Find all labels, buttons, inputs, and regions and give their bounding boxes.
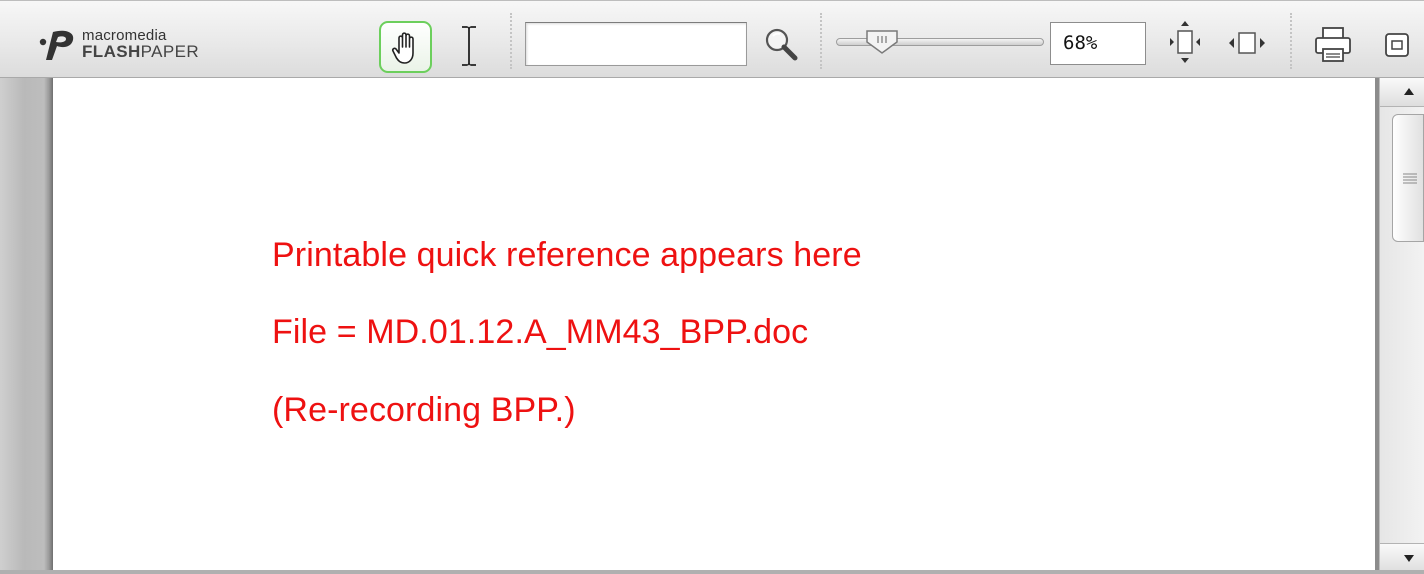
logo-product-text: FLASHPAPER [82, 42, 199, 62]
logo-product-bold: FLASH [82, 42, 141, 61]
toolbar-separator [510, 13, 512, 69]
scroll-up-button[interactable] [1380, 78, 1424, 107]
document-text-line: File = MD.01.12.A_MM43_BPP.doc [272, 313, 809, 351]
zoom-slider-thumb[interactable] [864, 29, 900, 55]
toolbar-separator [820, 13, 822, 69]
hand-tool-button[interactable] [379, 21, 432, 73]
fullscreen-icon[interactable] [1380, 29, 1414, 61]
scroll-up-arrow-icon [1404, 88, 1414, 95]
scroll-down-arrow-icon [1404, 555, 1414, 562]
print-icon[interactable] [1312, 25, 1354, 65]
toolbar-separator [1290, 13, 1292, 69]
search-input[interactable] [525, 22, 747, 66]
hand-icon [391, 32, 414, 64]
zoom-level-field[interactable]: 68% [1050, 22, 1146, 65]
vertical-scrollbar[interactable] [1379, 78, 1424, 572]
zoom-slider[interactable] [836, 29, 1044, 55]
document-text-line: Printable quick reference appears here [272, 236, 862, 274]
flashpaper-logo: macromedia FLASHPAPER [38, 27, 248, 62]
flashpaper-logo-icon [39, 30, 74, 60]
search-icon[interactable] [762, 25, 802, 65]
document-viewer: Printable quick reference appears here F… [0, 78, 1424, 574]
fit-height-icon[interactable] [1164, 19, 1206, 67]
text-select-icon[interactable] [456, 23, 482, 69]
toolbar: macromedia FLASHPAPER 68% [0, 0, 1424, 78]
document-page[interactable]: Printable quick reference appears here F… [53, 78, 1375, 572]
viewer-bottom-border [0, 570, 1424, 574]
scrollbar-grip-icon [1403, 173, 1417, 184]
fit-width-icon[interactable] [1226, 27, 1268, 59]
scroll-down-button[interactable] [1380, 543, 1424, 572]
scrollbar-thumb[interactable] [1392, 114, 1424, 242]
document-text-line: (Re-recording BPP.) [272, 391, 576, 429]
logo-product-rest: PAPER [140, 42, 200, 61]
viewer-left-margin [0, 78, 53, 572]
